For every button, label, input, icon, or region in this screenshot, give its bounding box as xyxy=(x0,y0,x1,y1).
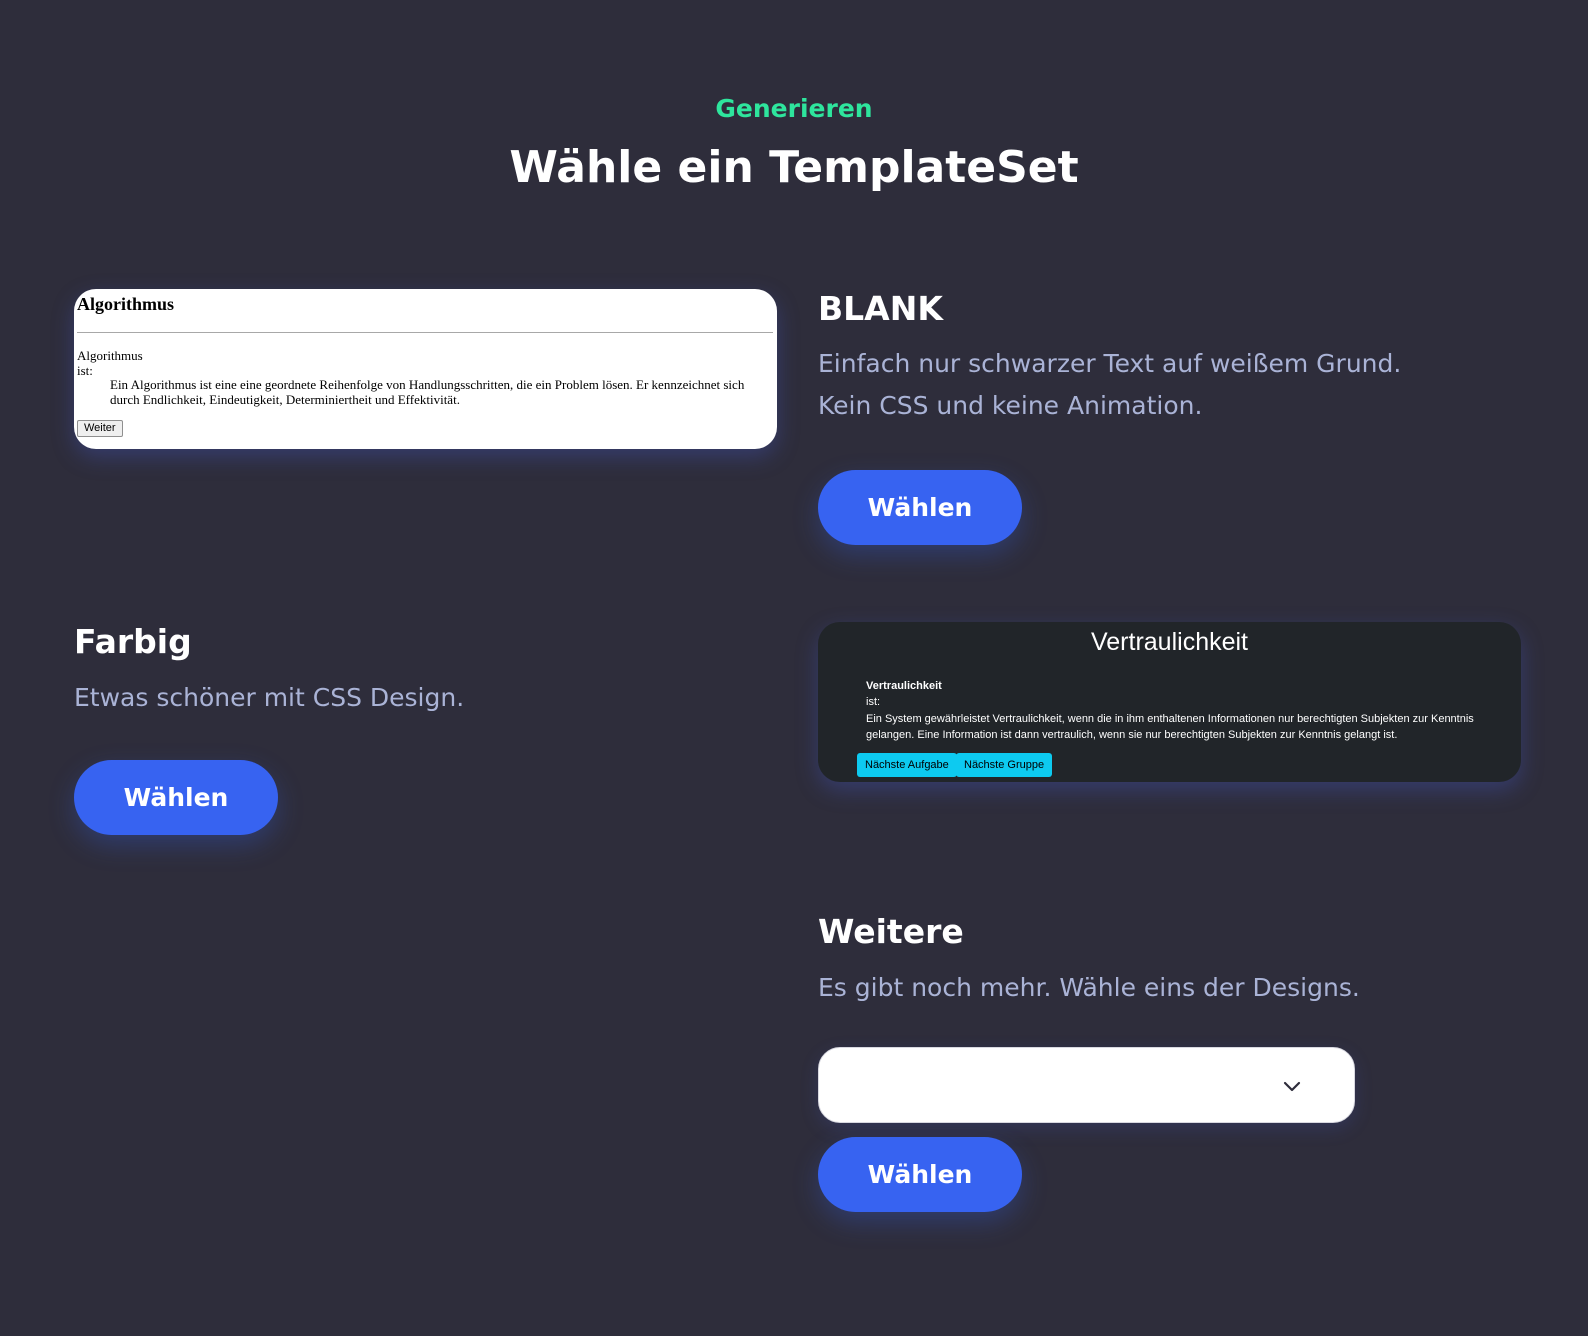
preview-divider xyxy=(77,332,773,333)
farbig-description: Etwas schöner mit CSS Design. xyxy=(74,683,465,712)
preview-definition: Ein System gewährleistet Vertraulichkeit… xyxy=(866,713,1474,741)
choose-blank-button[interactable]: Wählen xyxy=(818,470,1022,545)
preview-term: Algorithmus ist: xyxy=(77,348,143,378)
preview-heading: Vertraulichkeit xyxy=(1090,628,1249,656)
weitere-title: Weitere xyxy=(818,912,964,951)
farbig-title: Farbig xyxy=(74,622,192,661)
preview-term-ist: ist: xyxy=(866,696,881,708)
preview-term-name: Vertraulichkeit xyxy=(866,680,942,692)
preview-definition: Ein Algorithmus ist eine eine geordnete … xyxy=(110,377,745,407)
choose-farbig-button[interactable]: Wählen xyxy=(74,760,278,835)
preview-next-task-button: Nächste Aufgabe xyxy=(857,753,957,777)
preview-weiter-button: Weiter xyxy=(77,420,123,437)
blank-title: BLANK xyxy=(818,289,943,328)
preview-term-name: Algorithmus xyxy=(77,348,143,363)
blank-template-preview: Algorithmus Algorithmus ist: Ein Algorit… xyxy=(74,289,777,449)
preview-term-ist: ist: xyxy=(77,363,93,378)
weitere-description: Es gibt noch mehr. Wähle eins der Design… xyxy=(818,973,1360,1002)
farbig-template-preview: Vertraulichkeit Vertraulichkeit ist: Ein… xyxy=(818,622,1521,782)
design-select[interactable] xyxy=(818,1047,1355,1123)
preview-next-group-button: Nächste Gruppe xyxy=(956,753,1053,777)
section-eyebrow: Generieren xyxy=(715,94,873,123)
chevron-down-icon xyxy=(1283,1081,1301,1092)
preview-heading: Algorithmus xyxy=(77,294,175,314)
blank-description-line1: Einfach nur schwarzer Text auf weißem Gr… xyxy=(818,349,1402,378)
page-title: Wähle ein TemplateSet xyxy=(509,142,1079,193)
choose-weitere-button[interactable]: Wählen xyxy=(818,1137,1022,1212)
blank-description: Einfach nur schwarzer Text auf weißem Gr… xyxy=(818,343,1401,427)
blank-description-line2: Kein CSS und keine Animation. xyxy=(818,391,1203,420)
